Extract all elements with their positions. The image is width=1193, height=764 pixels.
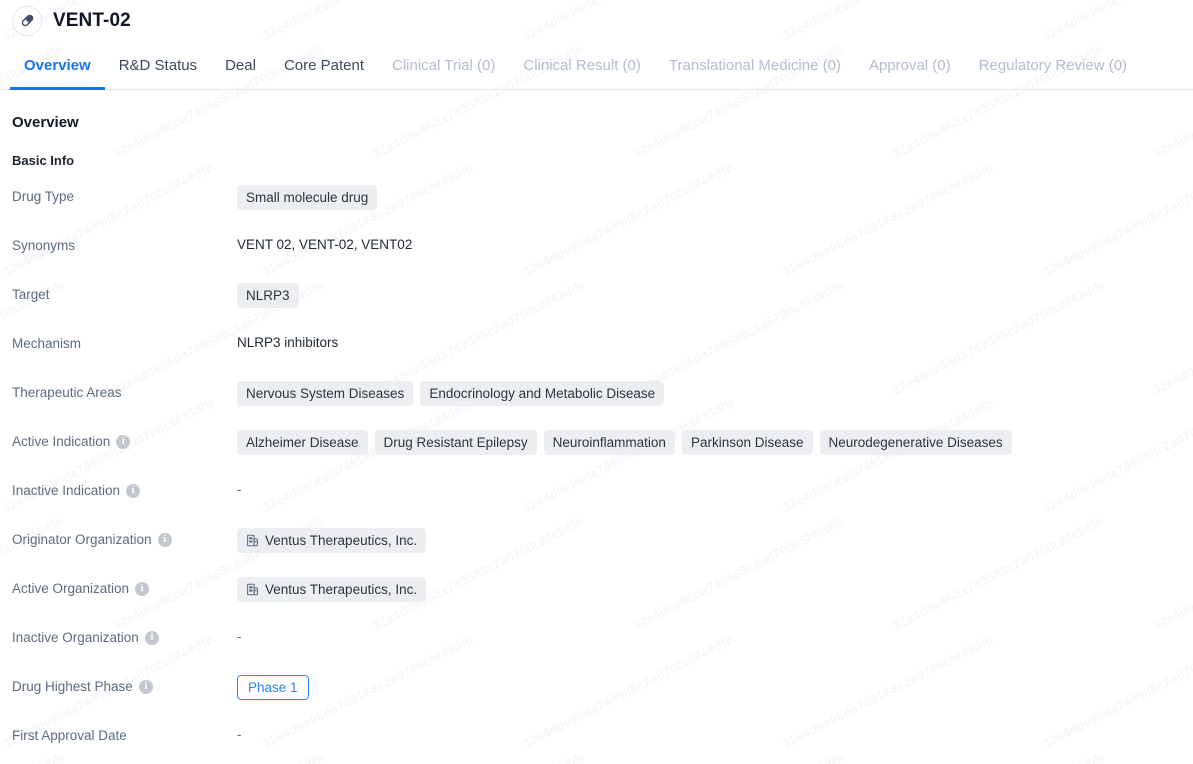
info-icon[interactable]: i <box>126 483 141 498</box>
tab-approval-0: Approval (0) <box>868 56 951 74</box>
info-row: Originator Organization i Ventus Therapeut… <box>12 528 1181 577</box>
row-label-text: Target <box>12 287 50 302</box>
page-title: VENT-02 <box>53 10 131 31</box>
value-tag[interactable]: Nervous System Diseases <box>237 381 414 406</box>
row-label-text: Drug Highest Phase <box>12 679 133 694</box>
row-label: Drug Highest Phase i <box>12 675 237 695</box>
row-label: Mechanism <box>12 332 237 352</box>
info-icon[interactable]: i <box>144 630 159 645</box>
row-value: Ventus Therapeutics, Inc. <box>237 577 1181 602</box>
info-row: First Approval Date - <box>12 724 1181 764</box>
row-label-text: Mechanism <box>12 336 82 351</box>
row-label: Synonyms <box>12 234 237 254</box>
value-tag[interactable]: Endocrinology and Metabolic Disease <box>420 381 665 406</box>
section-title-overview: Overview <box>12 114 79 131</box>
row-value: Nervous System Diseases Endocrinology and… <box>237 381 1181 406</box>
info-icon[interactable]: i <box>116 434 131 449</box>
value-text: NLRP3 inhibitors <box>237 335 339 350</box>
tab-r-d-status[interactable]: R&D Status <box>105 41 211 89</box>
row-label: Originator Organization i <box>12 528 237 548</box>
value-tag[interactable]: Parkinson Disease <box>681 430 813 455</box>
tab-deal[interactable]: Deal <box>211 41 270 89</box>
row-label: First Approval Date <box>12 724 237 744</box>
info-row: Therapeutic Areas Nervous System Diseases… <box>12 381 1181 430</box>
row-label: Inactive Indication i <box>12 479 237 499</box>
organization-name: Ventus Therapeutics, Inc. <box>265 533 418 548</box>
tab-core-patent[interactable]: Core Patent <box>270 41 378 89</box>
row-label: Therapeutic Areas <box>12 381 237 401</box>
basic-info-rows: Drug Type Small molecule drug Synonyms VENT… <box>12 185 1181 764</box>
row-value: Ventus Therapeutics, Inc. <box>237 528 1181 553</box>
row-label: Target <box>12 283 237 303</box>
row-label-text: Drug Type <box>12 189 75 204</box>
row-value: NLRP3 inhibitors <box>237 332 1181 354</box>
value-tag[interactable]: NLRP3 <box>237 283 299 308</box>
info-row: Active Indication i Alzheimer Disease Drug … <box>12 430 1181 479</box>
row-label-text: Therapeutic Areas <box>12 385 122 400</box>
info-row: Inactive Organization i - <box>12 626 1181 675</box>
building-icon <box>246 534 259 547</box>
row-label-text: Inactive Indication <box>12 483 121 498</box>
info-row: Inactive Indication i - <box>12 479 1181 528</box>
row-value: VENT 02, VENT-02, VENT02 <box>237 234 1181 256</box>
value-tag[interactable]: Drug Resistant Epilepsy <box>374 430 537 455</box>
row-value: Alzheimer Disease Drug Resistant Epilepsy… <box>237 430 1181 455</box>
row-label-text: First Approval Date <box>12 728 127 743</box>
value-tag[interactable]: Neuroinflammation <box>543 430 675 455</box>
row-value: NLRP3 <box>237 283 1181 308</box>
tab-regulatory-review-0: Regulatory Review (0) <box>978 56 1128 74</box>
info-row: Target NLRP3 <box>12 283 1181 332</box>
empty-value: - <box>237 727 242 742</box>
subsection-title-basic-info: Basic Info <box>12 153 75 168</box>
phase-badge[interactable]: Phase 1 <box>237 675 309 700</box>
row-label: Active Indication i <box>12 430 237 450</box>
organization-name: Ventus Therapeutics, Inc. <box>265 582 418 597</box>
pill-capsule-icon <box>12 5 42 36</box>
tab-clinical-result-0: Clinical Result (0) <box>523 56 641 74</box>
row-value: Phase 1 <box>237 675 1181 700</box>
info-row: Active Organization i Ventus Therapeutics,… <box>12 577 1181 626</box>
row-label: Inactive Organization i <box>12 626 237 646</box>
row-value: - <box>237 626 1181 648</box>
info-row: Mechanism NLRP3 inhibitors <box>12 332 1181 381</box>
row-label: Active Organization i <box>12 577 237 597</box>
page-header: VENT-02 <box>0 0 1193 41</box>
value-tag[interactable]: Alzheimer Disease <box>237 430 368 455</box>
info-icon[interactable]: i <box>157 532 172 547</box>
info-icon[interactable]: i <box>138 679 153 694</box>
organization-tag[interactable]: Ventus Therapeutics, Inc. <box>237 577 427 602</box>
row-label-text: Inactive Organization <box>12 630 139 645</box>
row-value: - <box>237 724 1181 746</box>
tab-overview[interactable]: Overview <box>10 41 105 90</box>
empty-value: - <box>237 482 242 497</box>
row-label-text: Active Indication <box>12 434 111 449</box>
value-text: VENT 02, VENT-02, VENT02 <box>237 237 413 252</box>
tab-list: Overview R&D Status Deal Core Patent Clinica… <box>0 41 1193 90</box>
info-icon[interactable]: i <box>135 581 150 596</box>
row-label-text: Originator Organization <box>12 532 152 547</box>
info-row: Drug Type Small molecule drug <box>12 185 1181 234</box>
overview-content: Overview Basic Info Drug Type Small molec… <box>0 114 1193 764</box>
row-label-text: Synonyms <box>12 238 76 253</box>
row-label-text: Active Organization <box>12 581 130 596</box>
value-tag[interactable]: Neurodegenerative Diseases <box>819 430 1012 455</box>
tab-bar: Overview R&D Status Deal Core Patent Clinica… <box>0 41 1193 90</box>
empty-value: - <box>237 629 242 644</box>
row-value: Small molecule drug <box>237 185 1181 210</box>
organization-tag[interactable]: Ventus Therapeutics, Inc. <box>237 528 427 553</box>
tab-translational-medicine-0: Translational Medicine (0) <box>668 56 841 74</box>
building-icon <box>246 583 259 596</box>
tab-clinical-trial-0: Clinical Trial (0) <box>392 56 496 74</box>
row-label: Drug Type <box>12 185 237 205</box>
row-value: - <box>237 479 1181 501</box>
info-row: Drug Highest Phase i Phase 1 <box>12 675 1181 724</box>
drug-detail-page: 32e4d0e96da749588c2a0700c5f49dfb 32e4d0e9… <box>0 0 1193 764</box>
value-tag[interactable]: Small molecule drug <box>237 185 378 210</box>
info-row: Synonyms VENT 02, VENT-02, VENT02 <box>12 234 1181 283</box>
